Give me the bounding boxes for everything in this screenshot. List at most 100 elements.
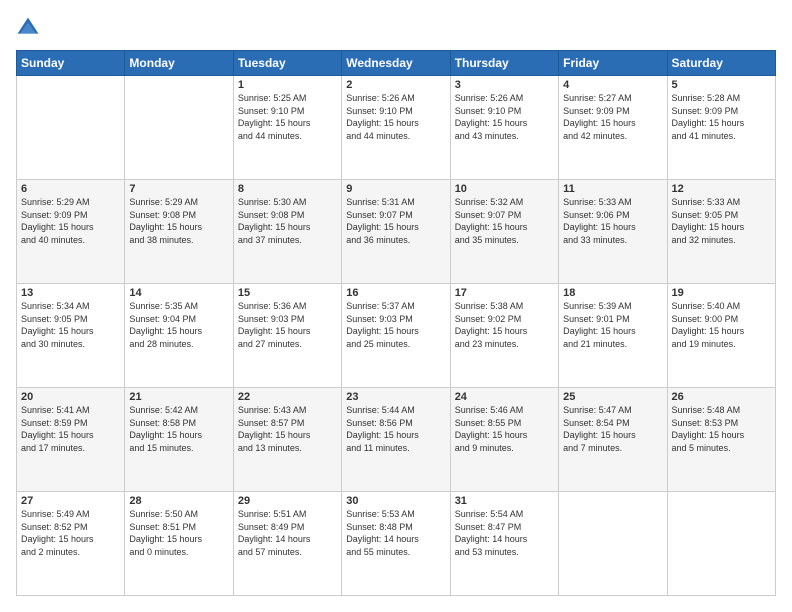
calendar-header-friday: Friday — [559, 51, 667, 76]
calendar-table: SundayMondayTuesdayWednesdayThursdayFrid… — [16, 50, 776, 596]
calendar-header-thursday: Thursday — [450, 51, 558, 76]
calendar-cell: 20Sunrise: 5:41 AM Sunset: 8:59 PM Dayli… — [17, 388, 125, 492]
calendar-header-row: SundayMondayTuesdayWednesdayThursdayFrid… — [17, 51, 776, 76]
day-number: 23 — [346, 391, 445, 403]
calendar-cell — [125, 76, 233, 180]
calendar-week-row: 20Sunrise: 5:41 AM Sunset: 8:59 PM Dayli… — [17, 388, 776, 492]
calendar-cell — [559, 492, 667, 596]
page: SundayMondayTuesdayWednesdayThursdayFrid… — [0, 0, 792, 612]
calendar-cell: 30Sunrise: 5:53 AM Sunset: 8:48 PM Dayli… — [342, 492, 450, 596]
day-info: Sunrise: 5:44 AM Sunset: 8:56 PM Dayligh… — [346, 404, 445, 454]
day-number: 24 — [455, 391, 554, 403]
logo-icon — [16, 16, 40, 40]
calendar-cell: 27Sunrise: 5:49 AM Sunset: 8:52 PM Dayli… — [17, 492, 125, 596]
day-number: 29 — [238, 495, 337, 507]
day-info: Sunrise: 5:33 AM Sunset: 9:06 PM Dayligh… — [563, 196, 662, 246]
day-number: 17 — [455, 287, 554, 299]
calendar-cell — [667, 492, 775, 596]
day-info: Sunrise: 5:49 AM Sunset: 8:52 PM Dayligh… — [21, 508, 120, 558]
day-info: Sunrise: 5:39 AM Sunset: 9:01 PM Dayligh… — [563, 300, 662, 350]
day-info: Sunrise: 5:46 AM Sunset: 8:55 PM Dayligh… — [455, 404, 554, 454]
calendar-cell: 23Sunrise: 5:44 AM Sunset: 8:56 PM Dayli… — [342, 388, 450, 492]
day-number: 10 — [455, 183, 554, 195]
calendar-header-sunday: Sunday — [17, 51, 125, 76]
day-info: Sunrise: 5:36 AM Sunset: 9:03 PM Dayligh… — [238, 300, 337, 350]
day-number: 22 — [238, 391, 337, 403]
calendar-cell: 26Sunrise: 5:48 AM Sunset: 8:53 PM Dayli… — [667, 388, 775, 492]
day-number: 21 — [129, 391, 228, 403]
day-info: Sunrise: 5:43 AM Sunset: 8:57 PM Dayligh… — [238, 404, 337, 454]
calendar-cell: 19Sunrise: 5:40 AM Sunset: 9:00 PM Dayli… — [667, 284, 775, 388]
day-number: 16 — [346, 287, 445, 299]
day-number: 8 — [238, 183, 337, 195]
day-info: Sunrise: 5:32 AM Sunset: 9:07 PM Dayligh… — [455, 196, 554, 246]
calendar-header-tuesday: Tuesday — [233, 51, 341, 76]
day-info: Sunrise: 5:54 AM Sunset: 8:47 PM Dayligh… — [455, 508, 554, 558]
day-number: 1 — [238, 79, 337, 91]
calendar-cell: 7Sunrise: 5:29 AM Sunset: 9:08 PM Daylig… — [125, 180, 233, 284]
calendar-cell: 24Sunrise: 5:46 AM Sunset: 8:55 PM Dayli… — [450, 388, 558, 492]
calendar-cell: 25Sunrise: 5:47 AM Sunset: 8:54 PM Dayli… — [559, 388, 667, 492]
day-number: 4 — [563, 79, 662, 91]
calendar-cell: 3Sunrise: 5:26 AM Sunset: 9:10 PM Daylig… — [450, 76, 558, 180]
day-number: 28 — [129, 495, 228, 507]
day-number: 12 — [672, 183, 771, 195]
calendar-cell: 16Sunrise: 5:37 AM Sunset: 9:03 PM Dayli… — [342, 284, 450, 388]
day-info: Sunrise: 5:29 AM Sunset: 9:08 PM Dayligh… — [129, 196, 228, 246]
day-info: Sunrise: 5:53 AM Sunset: 8:48 PM Dayligh… — [346, 508, 445, 558]
calendar-header-monday: Monday — [125, 51, 233, 76]
day-number: 27 — [21, 495, 120, 507]
day-number: 7 — [129, 183, 228, 195]
calendar-cell: 10Sunrise: 5:32 AM Sunset: 9:07 PM Dayli… — [450, 180, 558, 284]
day-info: Sunrise: 5:41 AM Sunset: 8:59 PM Dayligh… — [21, 404, 120, 454]
day-number: 18 — [563, 287, 662, 299]
calendar-cell: 5Sunrise: 5:28 AM Sunset: 9:09 PM Daylig… — [667, 76, 775, 180]
day-number: 15 — [238, 287, 337, 299]
day-number: 5 — [672, 79, 771, 91]
day-info: Sunrise: 5:40 AM Sunset: 9:00 PM Dayligh… — [672, 300, 771, 350]
day-info: Sunrise: 5:29 AM Sunset: 9:09 PM Dayligh… — [21, 196, 120, 246]
calendar-cell: 22Sunrise: 5:43 AM Sunset: 8:57 PM Dayli… — [233, 388, 341, 492]
day-info: Sunrise: 5:33 AM Sunset: 9:05 PM Dayligh… — [672, 196, 771, 246]
calendar-cell: 15Sunrise: 5:36 AM Sunset: 9:03 PM Dayli… — [233, 284, 341, 388]
calendar-cell: 12Sunrise: 5:33 AM Sunset: 9:05 PM Dayli… — [667, 180, 775, 284]
day-number: 31 — [455, 495, 554, 507]
calendar-cell: 18Sunrise: 5:39 AM Sunset: 9:01 PM Dayli… — [559, 284, 667, 388]
day-info: Sunrise: 5:37 AM Sunset: 9:03 PM Dayligh… — [346, 300, 445, 350]
day-info: Sunrise: 5:38 AM Sunset: 9:02 PM Dayligh… — [455, 300, 554, 350]
day-number: 6 — [21, 183, 120, 195]
calendar-week-row: 27Sunrise: 5:49 AM Sunset: 8:52 PM Dayli… — [17, 492, 776, 596]
day-info: Sunrise: 5:47 AM Sunset: 8:54 PM Dayligh… — [563, 404, 662, 454]
calendar-cell: 6Sunrise: 5:29 AM Sunset: 9:09 PM Daylig… — [17, 180, 125, 284]
calendar-cell: 14Sunrise: 5:35 AM Sunset: 9:04 PM Dayli… — [125, 284, 233, 388]
day-info: Sunrise: 5:28 AM Sunset: 9:09 PM Dayligh… — [672, 92, 771, 142]
day-info: Sunrise: 5:42 AM Sunset: 8:58 PM Dayligh… — [129, 404, 228, 454]
day-number: 3 — [455, 79, 554, 91]
calendar-cell: 1Sunrise: 5:25 AM Sunset: 9:10 PM Daylig… — [233, 76, 341, 180]
day-info: Sunrise: 5:50 AM Sunset: 8:51 PM Dayligh… — [129, 508, 228, 558]
day-number: 26 — [672, 391, 771, 403]
calendar-cell: 8Sunrise: 5:30 AM Sunset: 9:08 PM Daylig… — [233, 180, 341, 284]
day-number: 14 — [129, 287, 228, 299]
day-number: 9 — [346, 183, 445, 195]
day-number: 13 — [21, 287, 120, 299]
calendar-cell: 17Sunrise: 5:38 AM Sunset: 9:02 PM Dayli… — [450, 284, 558, 388]
day-number: 19 — [672, 287, 771, 299]
calendar-week-row: 13Sunrise: 5:34 AM Sunset: 9:05 PM Dayli… — [17, 284, 776, 388]
calendar-cell: 21Sunrise: 5:42 AM Sunset: 8:58 PM Dayli… — [125, 388, 233, 492]
day-info: Sunrise: 5:31 AM Sunset: 9:07 PM Dayligh… — [346, 196, 445, 246]
day-info: Sunrise: 5:26 AM Sunset: 9:10 PM Dayligh… — [346, 92, 445, 142]
calendar-cell: 29Sunrise: 5:51 AM Sunset: 8:49 PM Dayli… — [233, 492, 341, 596]
day-info: Sunrise: 5:25 AM Sunset: 9:10 PM Dayligh… — [238, 92, 337, 142]
calendar-cell: 9Sunrise: 5:31 AM Sunset: 9:07 PM Daylig… — [342, 180, 450, 284]
day-info: Sunrise: 5:51 AM Sunset: 8:49 PM Dayligh… — [238, 508, 337, 558]
header — [16, 16, 776, 40]
calendar-header-wednesday: Wednesday — [342, 51, 450, 76]
calendar-week-row: 1Sunrise: 5:25 AM Sunset: 9:10 PM Daylig… — [17, 76, 776, 180]
calendar-header-saturday: Saturday — [667, 51, 775, 76]
day-info: Sunrise: 5:48 AM Sunset: 8:53 PM Dayligh… — [672, 404, 771, 454]
calendar-week-row: 6Sunrise: 5:29 AM Sunset: 9:09 PM Daylig… — [17, 180, 776, 284]
calendar-cell: 2Sunrise: 5:26 AM Sunset: 9:10 PM Daylig… — [342, 76, 450, 180]
day-number: 20 — [21, 391, 120, 403]
day-number: 25 — [563, 391, 662, 403]
